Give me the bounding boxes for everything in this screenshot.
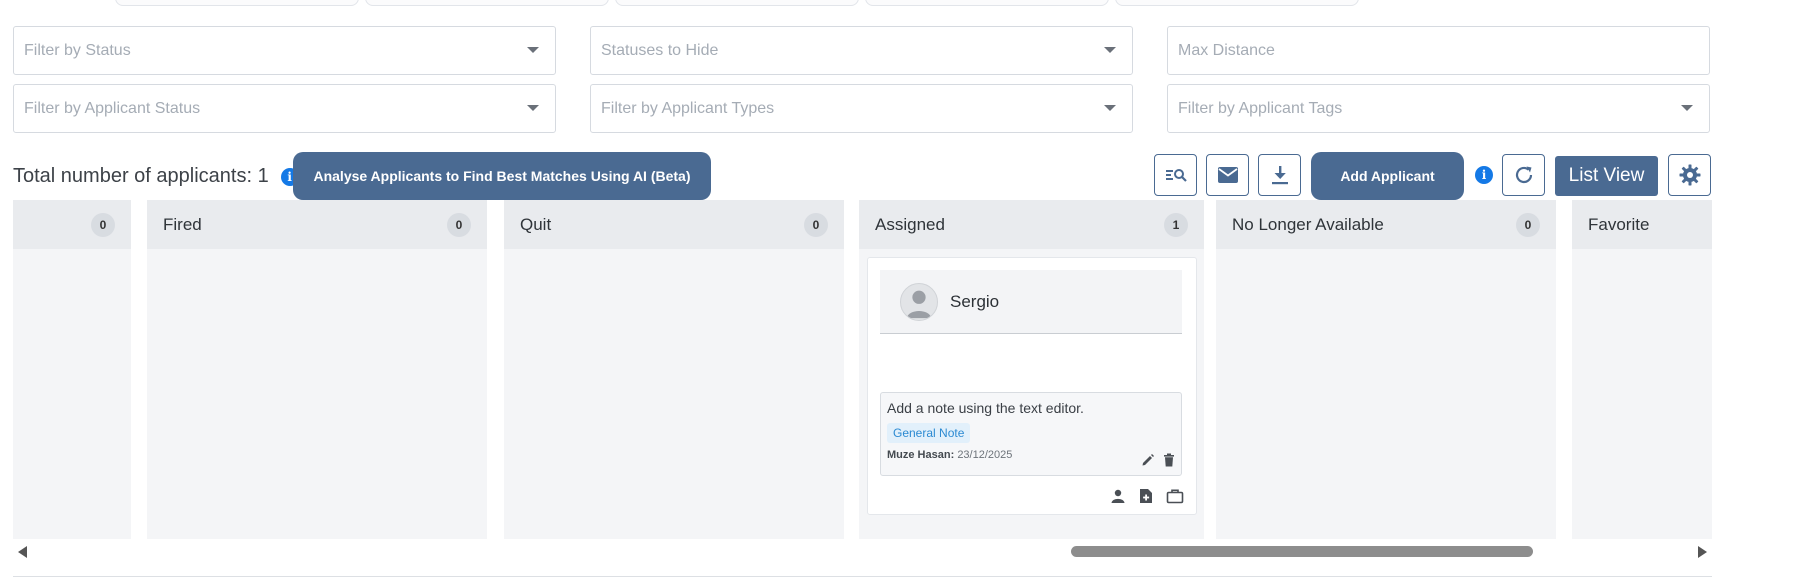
- filter-applicant-tags-select[interactable]: Filter by Applicant Tags: [1167, 84, 1710, 133]
- refresh-icon: [1515, 166, 1532, 184]
- board-column-assigned: Assigned 1 Sergio Add a note using the t…: [859, 200, 1204, 539]
- file-plus-icon: [1140, 489, 1152, 503]
- max-distance-input[interactable]: Max Distance: [1167, 26, 1710, 75]
- filter-status-placeholder: Filter by Status: [24, 41, 131, 59]
- note-type-badge: General Note: [887, 423, 971, 443]
- filter-status-select[interactable]: Filter by Status: [13, 26, 556, 75]
- settings-button[interactable]: [1668, 154, 1711, 196]
- column-count-badge: 0: [91, 212, 115, 237]
- column-count-badge: 0: [804, 212, 828, 237]
- tab-pill[interactable]: [115, 0, 359, 6]
- note-meta: Muze Hasan: 23/12/2025: [887, 449, 1175, 461]
- refresh-button[interactable]: [1502, 154, 1545, 196]
- chevron-down-icon: [1681, 105, 1693, 111]
- delete-note-button[interactable]: [1163, 453, 1175, 467]
- column-title: Fired: [163, 214, 202, 234]
- avatar: [900, 282, 938, 321]
- mail-icon: [1217, 167, 1238, 183]
- statuses-to-hide-placeholder: Statuses to Hide: [601, 41, 719, 59]
- column-title: Assigned: [875, 214, 945, 234]
- applicant-card-header[interactable]: Sergio: [880, 270, 1182, 334]
- tab-pill[interactable]: [365, 0, 609, 6]
- add-document-button[interactable]: [1138, 488, 1154, 504]
- board-column-favorite: Favorite: [1572, 200, 1712, 539]
- chevron-down-icon: [1104, 47, 1116, 53]
- kanban-board[interactable]: 0 Fired 0 Quit 0 Assigned 1 Sergio Add a…: [13, 200, 1712, 539]
- briefcase-icon: [1166, 489, 1184, 504]
- statuses-to-hide-select[interactable]: Statuses to Hide: [590, 26, 1133, 75]
- search-list-button[interactable]: [1154, 154, 1197, 196]
- board-column-no-longer-available: No Longer Available 0: [1216, 200, 1556, 539]
- column-count-badge: 0: [1516, 212, 1540, 237]
- view-profile-button[interactable]: [1110, 488, 1126, 504]
- note-author: Muze Hasan:: [887, 449, 955, 461]
- note-text: Add a note using the text editor.: [887, 400, 1084, 416]
- search-list-icon: [1165, 169, 1187, 182]
- column-header: Fired 0: [147, 200, 487, 249]
- applicant-card[interactable]: Sergio Add a note using the text editor.…: [867, 257, 1197, 515]
- column-header: No Longer Available 0: [1216, 200, 1556, 249]
- scroll-left-arrow-icon[interactable]: [18, 546, 27, 558]
- trash-icon: [1164, 453, 1174, 467]
- user-avatar-icon: [906, 290, 932, 318]
- column-title: No Longer Available: [1232, 214, 1384, 234]
- column-header: Assigned 1: [859, 200, 1204, 249]
- board-column: 0: [13, 200, 131, 539]
- board-column-fired: Fired 0: [147, 200, 487, 539]
- column-header: Quit 0: [504, 200, 844, 249]
- tab-pill[interactable]: [615, 0, 859, 6]
- column-title: Favorite: [1588, 214, 1650, 234]
- note-box: Add a note using the text editor. Genera…: [880, 392, 1182, 476]
- person-icon: [1111, 489, 1125, 503]
- chevron-down-icon: [527, 105, 539, 111]
- edit-note-button[interactable]: [1141, 453, 1155, 467]
- info-icon[interactable]: i: [1475, 166, 1493, 184]
- download-icon: [1271, 166, 1288, 185]
- max-distance-placeholder: Max Distance: [1178, 41, 1275, 59]
- column-header: Favorite: [1572, 200, 1712, 249]
- note-date: 23/12/2025: [957, 449, 1013, 461]
- assign-job-button[interactable]: [1166, 488, 1184, 504]
- gear-icon: [1679, 164, 1700, 186]
- applicants-board-page: Filter by Status Statuses to Hide Max Di…: [0, 0, 1805, 584]
- column-count-badge: 1: [1164, 212, 1188, 237]
- applicant-types-placeholder: Filter by Applicant Types: [601, 99, 775, 117]
- column-count-badge: 0: [447, 212, 471, 237]
- download-button[interactable]: [1258, 154, 1301, 196]
- column-title: Quit: [520, 214, 552, 234]
- tab-pill[interactable]: [865, 0, 1109, 6]
- list-view-button[interactable]: List View: [1555, 156, 1658, 196]
- chevron-down-icon: [527, 47, 539, 53]
- scrollbar-thumb[interactable]: [1071, 546, 1533, 557]
- chevron-down-icon: [1104, 105, 1116, 111]
- board-column-quit: Quit 0: [504, 200, 844, 539]
- column-header: 0: [13, 200, 131, 249]
- email-button[interactable]: [1206, 154, 1249, 196]
- applicant-card-actions: [1110, 488, 1184, 504]
- board-horizontal-scrollbar[interactable]: [13, 543, 1712, 559]
- add-applicant-button[interactable]: Add Applicant: [1311, 152, 1464, 200]
- applicant-tags-placeholder: Filter by Applicant Tags: [1178, 99, 1343, 117]
- filter-applicant-types-select[interactable]: Filter by Applicant Types: [590, 84, 1133, 133]
- pencil-icon: [1142, 454, 1154, 466]
- tab-pill[interactable]: [1115, 0, 1359, 6]
- note-actions: [1141, 453, 1175, 467]
- scroll-right-arrow-icon[interactable]: [1698, 546, 1707, 558]
- divider: [13, 576, 1712, 577]
- filter-applicant-status-select[interactable]: Filter by Applicant Status: [13, 84, 556, 133]
- total-applicants: Total number of applicants: 1 i: [13, 165, 299, 188]
- applicant-name[interactable]: Sergio: [950, 292, 999, 312]
- top-tab-strip: [115, 0, 1359, 6]
- ai-analyse-button[interactable]: Analyse Applicants to Find Best Matches …: [293, 152, 711, 200]
- applicant-status-placeholder: Filter by Applicant Status: [24, 99, 201, 117]
- total-applicants-label: Total number of applicants: 1: [13, 165, 269, 187]
